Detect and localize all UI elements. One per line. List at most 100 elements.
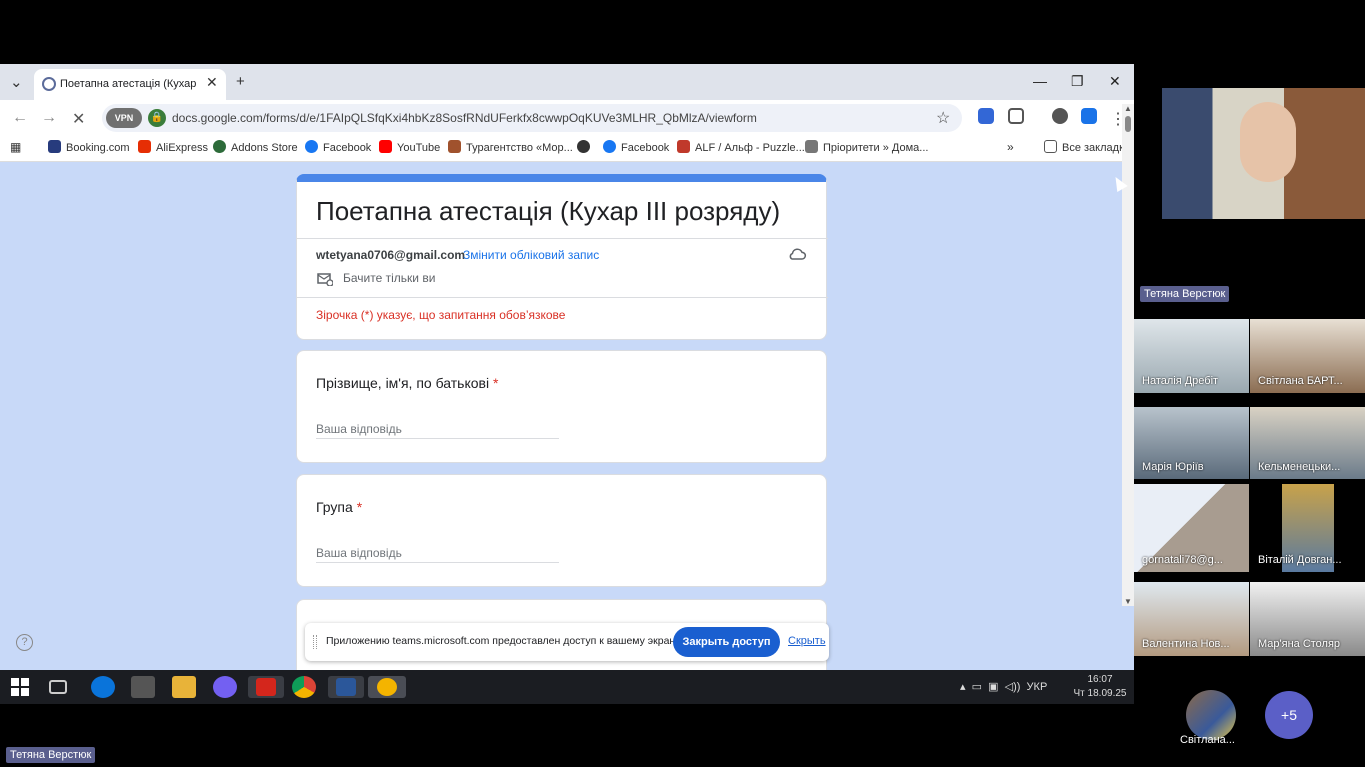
facebook-icon (603, 140, 616, 153)
hide-link[interactable]: Скрыть (788, 635, 826, 647)
priorities-icon (805, 140, 818, 153)
chrome-canary-taskbar-item[interactable] (368, 676, 406, 698)
bookmark-priorities[interactable]: Пріоритети » Дома... (805, 140, 928, 154)
participant-name: Наталія Дребіт (1142, 375, 1219, 387)
language-indicator[interactable]: УКР (1027, 681, 1048, 693)
extension-check-icon[interactable] (1081, 108, 1097, 124)
taskbar: ▴ ▭ ▣ ◁)) УКР 16:07 Чт 18.09.25 (0, 670, 1134, 704)
vpn-badge[interactable]: VPN (106, 108, 142, 128)
stop-loading-icon[interactable]: ✕ (72, 109, 85, 129)
profile-icon[interactable] (1052, 108, 1068, 124)
tab-strip: ⌄ Поетапна атестація (Кухар ІІІ р ✕ + — … (0, 64, 1134, 100)
scroll-down-icon[interactable]: ▼ (1124, 597, 1132, 606)
travel-agency-icon (448, 140, 461, 153)
participant-tile[interactable]: Валентина Нов... (1134, 582, 1249, 656)
participant-tile[interactable]: Кельменецьки... (1250, 407, 1365, 479)
participant-tile[interactable]: Віталій Довган... (1250, 484, 1365, 572)
participant-tile[interactable]: Світлана БАРТ... (1250, 319, 1365, 393)
question-label: Прізвище, ім'я, по батькові * (316, 375, 499, 391)
facebook-icon (305, 140, 318, 153)
speaker-face (1240, 102, 1296, 182)
help-icon[interactable]: ? (16, 634, 33, 651)
clock-time: 16:07 (1087, 674, 1113, 685)
task-view-icon[interactable] (49, 680, 67, 694)
question-label: Група * (316, 499, 363, 515)
participant-avatar[interactable] (1186, 690, 1236, 740)
question-card-name: Прізвище, ім'я, по батькові * (296, 350, 827, 463)
main-speaker-name: Тетяна Верстюк (1140, 286, 1230, 302)
bookmark-addons-store[interactable]: Addons Store (213, 140, 298, 154)
windows-start-icon[interactable] (11, 678, 29, 696)
scroll-thumb[interactable] (1125, 116, 1131, 132)
screen-share-bar: Приложению teams.microsoft.com предостав… (305, 623, 829, 661)
back-icon[interactable]: ← (12, 109, 28, 127)
site-info-icon[interactable]: 🔒 (148, 109, 166, 127)
participant-name: Мар'яна Столяр (1258, 638, 1341, 650)
extension-shield-icon[interactable] (978, 108, 994, 124)
group-input[interactable] (316, 543, 559, 563)
url-text[interactable]: docs.google.com/forms/d/e/1FAIpQLSfqKxi4… (172, 111, 757, 125)
restore-icon[interactable]: ❐ (1071, 73, 1084, 90)
full-name-input[interactable] (316, 419, 559, 439)
store-icon[interactable] (131, 676, 155, 698)
globe-icon[interactable] (577, 140, 595, 154)
folder-icon (1044, 140, 1057, 153)
more-bookmarks-icon[interactable]: » (1007, 140, 1014, 154)
scroll-up-icon[interactable]: ▲ (1124, 104, 1132, 113)
form-title: Поетапна атестація (Кухар ІІІ розряду) (316, 196, 781, 226)
main-speaker-video[interactable] (1162, 88, 1365, 219)
drag-handle-icon[interactable] (313, 635, 317, 649)
apps-grid-icon[interactable]: ▦ (10, 140, 21, 154)
acrobat-taskbar-item[interactable] (248, 676, 284, 698)
viber-icon[interactable] (213, 676, 237, 698)
clock[interactable]: 16:07 Чт 18.09.25 (1070, 673, 1130, 701)
bookmark-facebook-2[interactable]: Facebook (603, 140, 669, 154)
close-window-icon[interactable]: ✕ (1109, 73, 1121, 90)
cloud-saved-icon (789, 248, 806, 260)
extensions-puzzle-icon[interactable] (1008, 108, 1024, 124)
address-bar[interactable]: VPN 🔒 docs.google.com/forms/d/e/1FAIpQLS… (102, 104, 962, 132)
screen: ⌄ Поетапна атестація (Кухар ІІІ р ✕ + — … (0, 0, 1365, 767)
bookmark-travel-agency[interactable]: Турагентство «Мор... (448, 140, 573, 154)
edge-icon[interactable] (91, 676, 115, 698)
participant-tile[interactable]: Марія Юріїв (1134, 407, 1249, 479)
participant-name: Валентина Нов... (1142, 638, 1230, 650)
more-participants-button[interactable]: +5 (1265, 691, 1313, 739)
bookmark-star-icon[interactable]: ☆ (936, 108, 950, 128)
word-taskbar-item[interactable] (328, 676, 364, 698)
alf-puzzle-icon (677, 140, 690, 153)
browser-window: ⌄ Поетапна атестація (Кухар ІІІ р ✕ + — … (0, 64, 1134, 670)
forward-icon[interactable]: → (41, 109, 57, 127)
bookmark-facebook[interactable]: Facebook (305, 140, 371, 154)
file-explorer-icon[interactable] (172, 676, 196, 698)
new-tab-icon[interactable]: + (236, 73, 245, 90)
participant-name: Світлана... (1180, 734, 1235, 746)
bookmark-aliexpress[interactable]: AliExpress (138, 140, 208, 154)
presenter-name: Тетяна Верстюк (6, 747, 96, 763)
forms-favicon-icon (42, 77, 56, 91)
system-tray[interactable]: ▴ ▭ ▣ ◁)) УКР (960, 680, 1047, 693)
tab-close-icon[interactable]: ✕ (206, 74, 218, 91)
question-card-group: Група * (296, 474, 827, 587)
participant-tile[interactable]: Наталія Дребіт (1134, 319, 1249, 393)
chrome-icon[interactable] (292, 676, 316, 698)
addons-store-icon (213, 140, 226, 153)
participant-tile[interactable]: Мар'яна Столяр (1250, 582, 1365, 656)
globe-icon (577, 140, 590, 153)
browser-tab[interactable]: Поетапна атестація (Кухар ІІІ р ✕ (34, 69, 226, 100)
divider (297, 297, 828, 298)
stop-sharing-button[interactable]: Закрыть доступ (673, 627, 780, 657)
minimize-icon[interactable]: — (1033, 73, 1047, 89)
all-bookmarks-folder[interactable]: Все закладки (1044, 140, 1130, 154)
bookmark-booking[interactable]: Booking.com (48, 140, 130, 154)
participant-tile[interactable]: gornatali78@g... (1134, 484, 1249, 572)
tab-title: Поетапна атестація (Кухар ІІІ р (60, 78, 200, 90)
tab-search-icon[interactable]: ⌄ (10, 73, 23, 91)
clock-date: Чт 18.09.25 (1073, 688, 1127, 699)
bookmarks-bar: ▦ Booking.com AliExpress Addons Store Fa… (0, 134, 1134, 162)
bookmark-alf-puzzle[interactable]: ALF / Альф - Puzzle... (677, 140, 805, 154)
youtube-icon (379, 140, 392, 153)
switch-account-link[interactable]: Змінити обліковий запис (463, 248, 599, 262)
form-page: Поетапна атестація (Кухар ІІІ розряду) w… (0, 162, 1134, 670)
bookmark-youtube[interactable]: YouTube (379, 140, 440, 154)
